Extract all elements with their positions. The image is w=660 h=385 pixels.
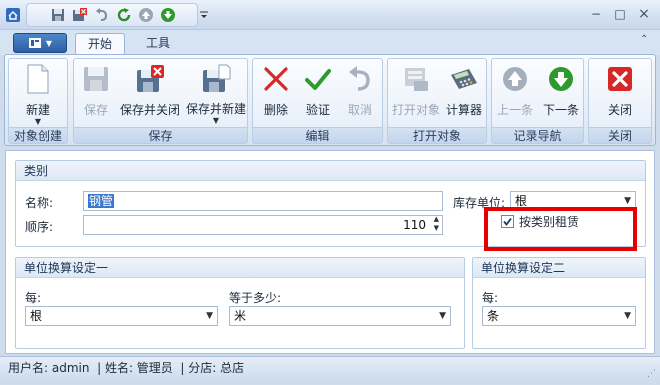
open-object-button[interactable]: 打开对象 xyxy=(390,61,442,125)
spinner-arrows-icon[interactable]: ▲ ▼ xyxy=(434,216,439,233)
chevron-down-icon: ▼ xyxy=(212,116,220,125)
title-bar: − □ × xyxy=(0,0,660,30)
save-and-close-button[interactable]: 保存并关闭 xyxy=(118,61,182,125)
close-icon xyxy=(604,63,636,95)
order-value: 110 xyxy=(403,218,426,232)
category-panel-title: 类别 xyxy=(16,161,645,181)
ribbon: 新建 ▼ 对象创建 保存 保存并关闭 保存并新建 ▼ 保存 删除 验证 取消 编… xyxy=(4,54,656,146)
save-icon xyxy=(80,63,112,95)
refresh-icon[interactable] xyxy=(115,6,133,24)
conversion-one-per-select[interactable]: 根 ▼ xyxy=(25,306,218,326)
save-and-new-button[interactable]: 保存并新建 ▼ xyxy=(186,61,246,125)
order-label: 顺序: xyxy=(25,220,54,234)
up-icon[interactable] xyxy=(137,6,155,24)
chevron-down-icon: ▼ xyxy=(45,38,53,48)
save-close-icon[interactable] xyxy=(71,6,89,24)
close-label: 关闭 xyxy=(607,103,632,117)
validate-button[interactable]: 验证 xyxy=(299,61,337,125)
group-object-create: 新建 ▼ 对象创建 xyxy=(8,58,68,144)
conversion-two-panel: 单位换算设定二 每: 条 ▼ xyxy=(472,257,646,349)
conversion-one-panel: 单位换算设定一 每: 根 ▼ 等于多少: 米 ▼ xyxy=(15,257,465,349)
save-button-label: 保存 xyxy=(83,103,108,117)
application-menu-button[interactable]: ▼ xyxy=(13,33,67,53)
save-button[interactable]: 保存 xyxy=(78,61,114,125)
group-close: 关闭 关闭 xyxy=(588,58,652,144)
chevron-down-icon: ▼ xyxy=(206,311,213,321)
up-arrow-icon xyxy=(499,63,531,95)
maximize-button[interactable]: □ xyxy=(612,6,628,22)
next-record-button[interactable]: 下一条 xyxy=(540,61,582,125)
conversion-two-title: 单位换算设定二 xyxy=(473,258,645,278)
conversion-two-per-label: 每: xyxy=(482,291,499,305)
tab-home[interactable]: 开始 xyxy=(75,33,126,55)
conversion-one-per-label: 每: xyxy=(25,291,42,305)
status-bar: 用户名: admin | 姓名: 管理员 | 分店: 总店 ⋰ xyxy=(0,356,660,381)
chevron-down-icon: ▼ xyxy=(34,117,42,126)
save-and-close-label: 保存并关闭 xyxy=(119,103,180,117)
chevron-down-icon: ▼ xyxy=(624,311,631,321)
name-label: 名称: xyxy=(25,196,54,210)
new-button[interactable]: 新建 ▼ xyxy=(13,61,63,126)
group-record-navigation: 上一条 下一条 记录导航 xyxy=(491,58,584,144)
open-object-label: 打开对象 xyxy=(391,103,440,117)
calculator-label: 计算器 xyxy=(445,103,482,117)
conversion-two-per-select[interactable]: 条 ▼ xyxy=(482,306,636,326)
new-button-label: 新建 xyxy=(25,103,50,117)
down-arrow-icon xyxy=(545,63,577,95)
checkmark-icon xyxy=(302,63,334,95)
application-menu-icon xyxy=(28,38,41,48)
name-field-value: 钢管 xyxy=(88,194,115,208)
customize-icon[interactable] xyxy=(195,6,213,24)
conversion-two-per-value: 条 xyxy=(487,309,500,323)
conversion-one-equals-label: 等于多少: xyxy=(229,291,282,305)
chevron-down-icon: ▼ xyxy=(439,311,446,321)
cancel-button[interactable]: 取消 xyxy=(341,61,379,125)
delete-label: 删除 xyxy=(263,103,288,117)
resize-grip-icon[interactable]: ⋰ xyxy=(647,363,656,385)
validate-label: 验证 xyxy=(305,103,330,117)
minimize-button[interactable]: − xyxy=(588,6,604,22)
calculator-icon xyxy=(448,63,480,95)
group-save: 保存 保存并关闭 保存并新建 ▼ 保存 xyxy=(73,58,248,144)
open-object-icon xyxy=(400,63,432,95)
next-record-label: 下一条 xyxy=(542,103,579,117)
group-label-close: 关闭 xyxy=(589,127,651,143)
conversion-one-per-value: 根 xyxy=(30,309,43,323)
tab-tools[interactable]: 工具 xyxy=(134,33,182,55)
save-and-new-label: 保存并新建 xyxy=(186,102,247,116)
highlight-annotation-box xyxy=(484,207,637,251)
cancel-label: 取消 xyxy=(347,103,372,117)
collapse-ribbon-icon[interactable]: ⌃ xyxy=(640,34,648,45)
save-new-icon xyxy=(200,63,232,94)
delete-x-icon xyxy=(260,63,292,95)
undo-icon xyxy=(344,63,376,95)
group-open-object: 打开对象 计算器 打开对象 xyxy=(387,58,487,144)
undo-icon[interactable] xyxy=(93,6,111,24)
home-icon[interactable] xyxy=(4,6,22,24)
conversion-one-equals-select[interactable]: 米 ▼ xyxy=(229,306,451,326)
close-button[interactable]: 关闭 xyxy=(597,61,643,125)
order-spinner[interactable]: 110 ▲ ▼ xyxy=(83,215,443,235)
group-label-open-object: 打开对象 xyxy=(388,127,486,143)
group-label-object-create: 对象创建 xyxy=(9,127,67,143)
previous-record-label: 上一条 xyxy=(496,103,533,117)
delete-button[interactable]: 删除 xyxy=(257,61,295,125)
close-window-button[interactable]: × xyxy=(636,6,652,22)
down-icon[interactable] xyxy=(159,6,177,24)
save-close-icon xyxy=(134,63,166,95)
conversion-one-equals-value: 米 xyxy=(234,309,247,323)
group-label-record-navigation: 记录导航 xyxy=(492,127,583,143)
save-icon[interactable] xyxy=(49,6,67,24)
calculator-button[interactable]: 计算器 xyxy=(444,61,484,125)
group-edit: 删除 验证 取消 编辑 xyxy=(252,58,383,144)
group-label-edit: 编辑 xyxy=(253,127,382,143)
new-document-icon xyxy=(22,63,54,95)
previous-record-button[interactable]: 上一条 xyxy=(494,61,536,125)
stock-unit-value: 根 xyxy=(515,194,528,208)
group-label-save: 保存 xyxy=(74,127,247,143)
status-bar-text: 用户名: admin | 姓名: 管理员 | 分店: 总店 xyxy=(8,361,245,375)
conversion-one-title: 单位换算设定一 xyxy=(16,258,464,278)
name-field[interactable]: 钢管 xyxy=(83,191,443,211)
form-content: 类别 名称: 钢管 库存单位: 根 ▼ 顺序: 110 ▲ ▼ 按类别租赁 单位换… xyxy=(5,150,655,354)
